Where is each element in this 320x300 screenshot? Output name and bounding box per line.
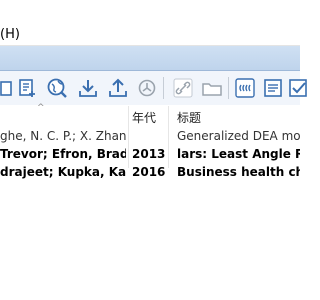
table-row[interactable]: Trevor; Efron, Brad 2013 lars: Least Ang… <box>0 146 300 164</box>
find-online-icon[interactable] <box>46 77 68 99</box>
column-header-title[interactable]: 标题 <box>177 109 201 126</box>
link-icon[interactable] <box>172 77 194 99</box>
cell-title: Generalized DEA mode <box>177 129 300 143</box>
menu-bar: (H) <box>0 0 300 46</box>
column-header: 年代 标题 <box>0 106 300 126</box>
cell-authors: ghe, N. C. P.; X. Zhang <box>0 129 126 143</box>
column-header-year[interactable]: 年代 <box>132 109 156 126</box>
download-icon[interactable] <box>77 77 99 99</box>
cell-authors: Trevor; Efron, Brad <box>0 147 126 161</box>
add-reference-icon[interactable] <box>16 77 38 99</box>
toolbar <box>0 71 307 105</box>
quote-icon[interactable] <box>234 77 256 99</box>
cell-year: 2016 <box>132 165 166 179</box>
toolbar-separator <box>163 77 164 99</box>
upload-icon[interactable] <box>107 77 129 99</box>
table-row[interactable]: drajeet; Kupka, Kare… 2016 Business heal… <box>0 164 300 182</box>
sort-ascending-icon: ^ <box>37 103 45 113</box>
checkbox-icon[interactable] <box>288 77 310 99</box>
cell-title: lars: Least Angle Regr <box>177 147 300 161</box>
toolbar-separator <box>228 77 229 99</box>
menu-help[interactable]: (H) <box>0 27 20 43</box>
table-row[interactable]: ghe, N. C. P.; X. Zhang Generalized DEA … <box>0 128 300 146</box>
ribbon-banner <box>0 46 300 71</box>
copy-icon[interactable] <box>0 77 14 99</box>
cell-title: Business health chara… <box>177 165 300 179</box>
cell-year: 2013 <box>132 147 166 161</box>
sync-icon[interactable] <box>136 77 158 99</box>
format-bibliography-icon[interactable] <box>262 77 284 99</box>
folder-icon[interactable] <box>201 77 223 99</box>
cell-authors: drajeet; Kupka, Kare… <box>0 165 126 179</box>
